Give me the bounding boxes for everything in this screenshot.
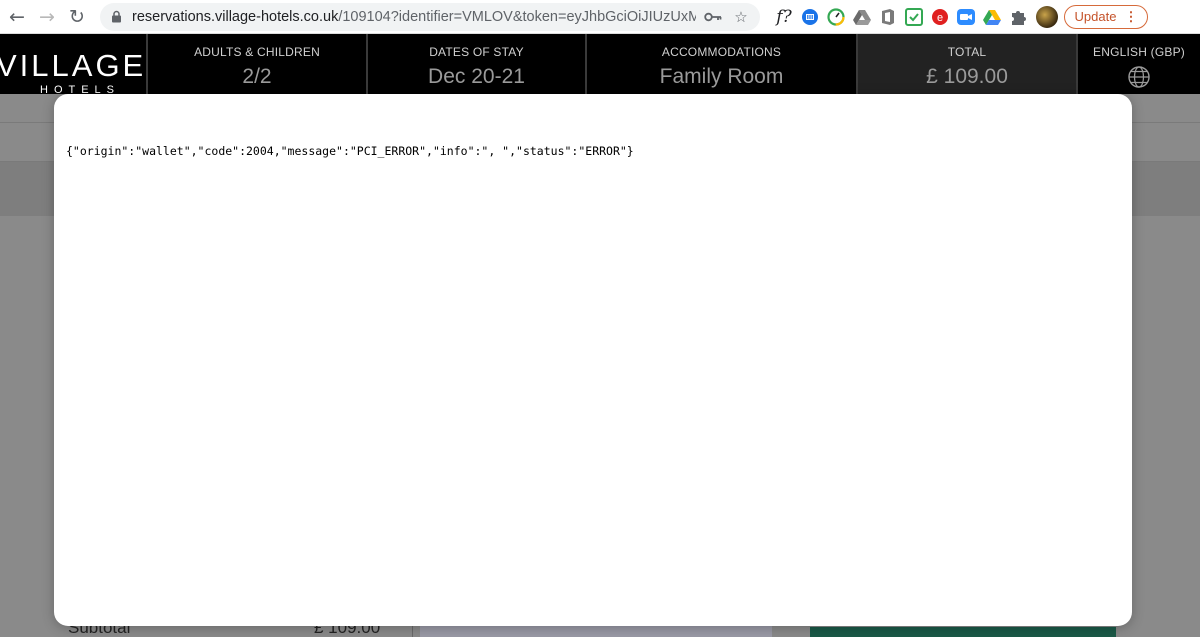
url-path: /109104?identifier=VMLOV&token=eyJhbGciO… bbox=[338, 8, 696, 25]
url-host: reservations.village-hotels.co.uk bbox=[132, 8, 339, 25]
dates-value: Dec 20-21 bbox=[428, 65, 525, 88]
language-label: ENGLISH (GBP) bbox=[1093, 45, 1185, 59]
gauge-extension-icon[interactable] bbox=[824, 5, 848, 29]
total-label: TOTAL bbox=[947, 45, 987, 59]
address-bar[interactable]: reservations.village-hotels.co.uk/109104… bbox=[100, 2, 760, 31]
office-extension-icon[interactable] bbox=[876, 5, 900, 29]
adults-children-label: ADULTS & CHILDREN bbox=[194, 45, 320, 59]
accommodations-selector[interactable]: ACCOMMODATIONS Family Room bbox=[585, 34, 856, 94]
forward-arrow-icon[interactable]: → bbox=[32, 2, 62, 32]
drive-extension-icon[interactable] bbox=[850, 5, 874, 29]
adults-children-value: 2/2 bbox=[242, 65, 272, 88]
update-button[interactable]: Update ⋮ bbox=[1064, 4, 1148, 29]
key-icon[interactable] bbox=[702, 6, 724, 28]
error-modal: {"origin":"wallet","code":2004,"message"… bbox=[54, 94, 1132, 626]
video-extension-icon[interactable] bbox=[954, 5, 978, 29]
accommodations-label: ACCOMMODATIONS bbox=[661, 45, 782, 59]
more-vert-icon: ⋮ bbox=[1124, 8, 1138, 24]
background-green-button bbox=[810, 627, 1116, 637]
globe-icon bbox=[1128, 66, 1150, 88]
green-box-extension-icon[interactable] bbox=[902, 5, 926, 29]
dates-label: DATES OF STAY bbox=[429, 45, 524, 59]
language-selector[interactable]: ENGLISH (GBP) bbox=[1076, 34, 1200, 94]
url-text[interactable]: reservations.village-hotels.co.uk/109104… bbox=[132, 9, 696, 25]
profile-avatar[interactable] bbox=[1036, 5, 1058, 28]
adults-children-selector[interactable]: ADULTS & CHILDREN 2/2 bbox=[146, 34, 366, 94]
dates-of-stay-selector[interactable]: DATES OF STAY Dec 20-21 bbox=[366, 34, 585, 94]
total-value: £ 109.00 bbox=[926, 65, 1008, 88]
error-response-text: {"origin":"wallet","code":2004,"message"… bbox=[66, 144, 634, 158]
red-extension-icon[interactable]: e bbox=[928, 5, 952, 29]
site-header: VILLAGE HOTELS ADULTS & CHILDREN 2/2 DAT… bbox=[0, 34, 1200, 94]
accommodations-value: Family Room bbox=[659, 65, 784, 88]
extensions-bar: f? e Update ⋮ bbox=[772, 4, 1148, 29]
reload-icon[interactable]: ↻ bbox=[62, 2, 92, 32]
update-label: Update bbox=[1074, 9, 1117, 24]
puzzle-extensions-icon[interactable] bbox=[1006, 5, 1030, 29]
svg-text:e: e bbox=[937, 12, 943, 24]
star-bookmark-icon[interactable]: ☆ bbox=[730, 6, 752, 28]
back-arrow-icon[interactable]: ← bbox=[2, 2, 32, 32]
lock-icon bbox=[108, 9, 124, 25]
village-hotels-logo[interactable]: VILLAGE HOTELS bbox=[0, 34, 146, 94]
browser-toolbar: ← → ↻ reservations.village-hotels.co.uk/… bbox=[0, 0, 1200, 34]
font-extension-icon[interactable]: f? bbox=[772, 5, 796, 29]
total-summary[interactable]: TOTAL £ 109.00 bbox=[856, 34, 1076, 94]
google-drive-icon[interactable] bbox=[980, 5, 1004, 29]
bank-extension-icon[interactable] bbox=[798, 5, 822, 29]
